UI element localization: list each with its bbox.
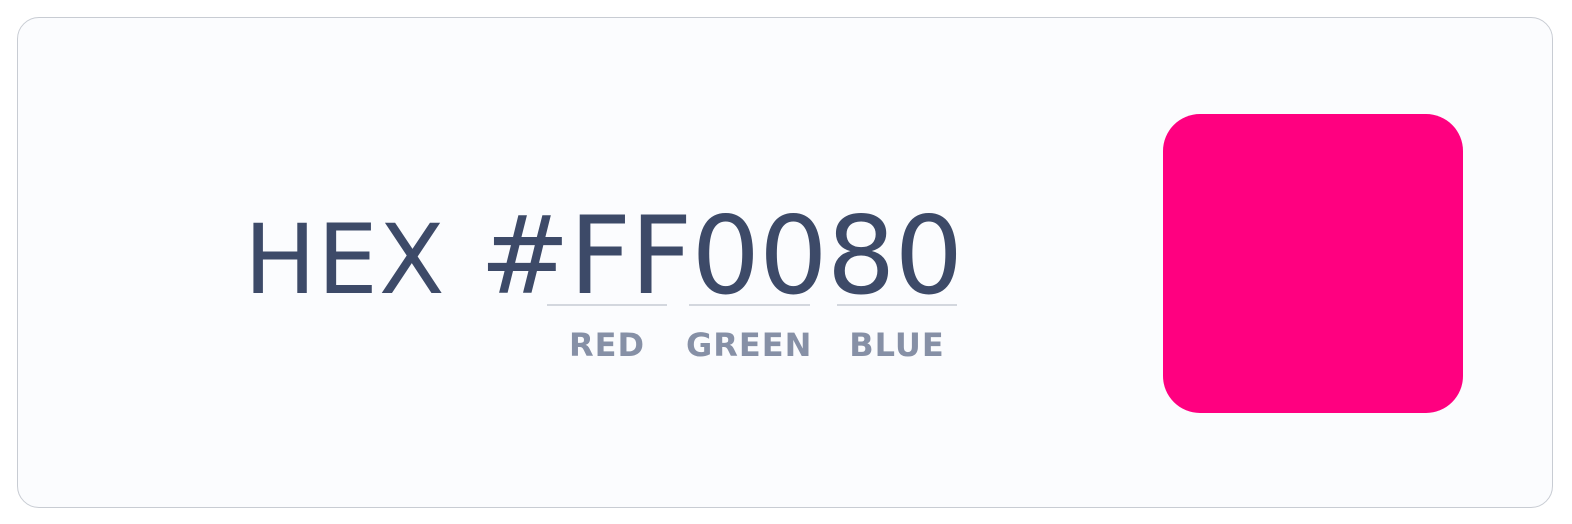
hex-display: HEX #FF0080 [244, 194, 963, 319]
hex-prefix: HEX [244, 204, 446, 316]
channel-green-divider [688, 304, 810, 306]
channel-red-label: RED [568, 326, 646, 364]
hex-value: #FF0080 [479, 194, 964, 319]
channel-blue: BLUE [837, 304, 957, 364]
channel-blue-label: BLUE [849, 326, 945, 364]
channel-red: RED [547, 304, 667, 364]
color-swatch [1163, 114, 1463, 413]
channel-red-divider [547, 304, 667, 306]
channel-blue-divider [837, 304, 957, 306]
channel-green-label: GREEN [686, 326, 813, 364]
channel-green: GREEN [686, 304, 812, 364]
